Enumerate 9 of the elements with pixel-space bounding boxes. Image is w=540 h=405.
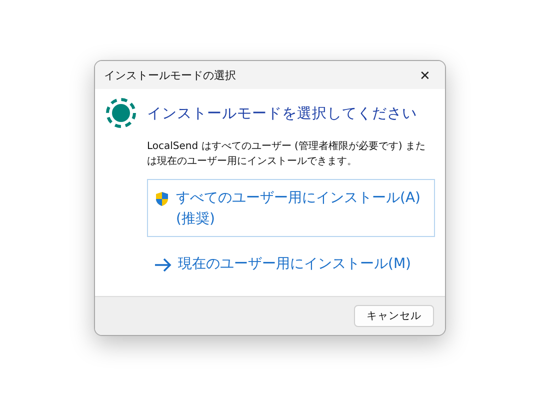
- arrow-icon: [154, 257, 172, 273]
- description-text: LocalSend はすべてのユーザー (管理者権限が必要です) または現在のユーザー用にインストールできます。: [147, 140, 426, 169]
- progress-icon: [105, 97, 137, 129]
- cancel-button[interactable]: キャンセル: [354, 305, 434, 327]
- window-title: インストールモードの選択: [104, 68, 236, 82]
- close-button[interactable]: ✕: [405, 61, 445, 89]
- shield-icon: [154, 191, 170, 207]
- install-option[interactable]: すべてのユーザー用にインストール(A) (推奨): [147, 179, 435, 237]
- dialog-heading: インストールモードを選択してください: [147, 104, 417, 122]
